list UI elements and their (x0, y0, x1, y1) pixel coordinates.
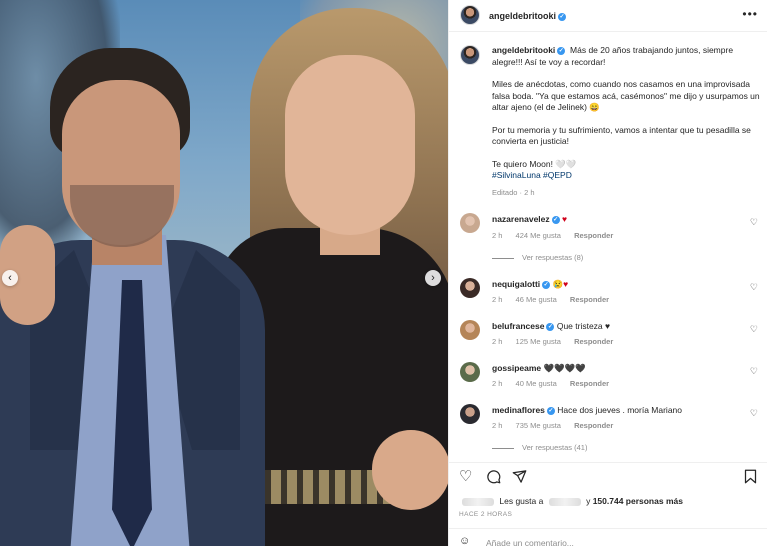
avatar[interactable] (460, 5, 480, 25)
avatar[interactable] (460, 278, 480, 298)
action-bar: ♡ (449, 462, 767, 490)
likes-count[interactable]: 150.744 personas más (593, 496, 683, 506)
avatar[interactable] (460, 45, 480, 65)
comment-input[interactable]: Añade un comentario... (486, 538, 574, 546)
header-username[interactable]: angeldebritooki ✓ (489, 11, 567, 21)
comment-likes[interactable]: 40 Me gusta (516, 379, 557, 388)
comment-username[interactable]: medinaflores (492, 405, 545, 415)
verified-icon: ✓ (546, 406, 555, 415)
heart-icon[interactable]: ♡ (750, 324, 758, 335)
view-replies-button[interactable]: Ver respuestas (8) (492, 253, 583, 262)
bookmark-icon[interactable] (744, 469, 757, 488)
comment-meta: 2 h 424 Me gusta Responder (492, 231, 624, 240)
comment-username[interactable]: belufrancese (492, 321, 544, 331)
verified-icon: ✓ (558, 12, 567, 21)
likes-summary[interactable]: Les gusta a y 150.744 personas más (459, 496, 683, 506)
verified-icon: ✓ (551, 215, 560, 224)
post-time: HACE 2 HORAS (459, 511, 513, 518)
edited-label: Editado · 2 h (492, 188, 535, 197)
liker-avatars (462, 497, 494, 506)
comment-meta: 2 h 125 Me gusta Responder (492, 337, 624, 346)
comment-likes[interactable]: 125 Me gusta (516, 337, 561, 346)
avatar[interactable] (460, 404, 480, 424)
emoji-icon[interactable]: ☺ (459, 535, 470, 546)
avatar[interactable] (460, 213, 480, 233)
comment: medinaflores ✓ Hace dos jueves . moría Ma… (492, 405, 682, 415)
comment-meta: 2 h 735 Me gusta Responder (492, 421, 624, 430)
comment-text: Hace dos jueves . moría Mariano (557, 405, 683, 415)
comment-text: 😢♥ (552, 279, 569, 289)
comment-username[interactable]: nazarenavelez (492, 214, 550, 224)
caption-text: Por tu memoria y tu sufrimiento, vamos a… (492, 124, 751, 147)
comment-text: ♥ (562, 214, 568, 224)
view-replies-button[interactable]: Ver respuestas (41) (492, 443, 587, 452)
heart-icon[interactable]: ♡ (750, 217, 758, 228)
comment-icon[interactable] (486, 469, 501, 488)
liker-name (548, 497, 581, 506)
post-panel: angeldebritooki ✓ ••• angeldebritooki ✓ Má… (448, 0, 767, 546)
comment: nequigalotti ✓ 😢♥ (492, 279, 568, 290)
woman-arm (372, 430, 448, 510)
reply-button[interactable]: Responder (574, 231, 613, 240)
comment: gossipeame 🖤🖤🖤🖤 (492, 363, 586, 374)
avatar[interactable] (460, 320, 480, 340)
post-header: angeldebritooki ✓ ••• (449, 0, 767, 32)
comment-time[interactable]: 2 h (492, 231, 502, 240)
comment-time[interactable]: 2 h (492, 337, 502, 346)
verified-icon: ✓ (557, 46, 566, 55)
comment-time[interactable]: 2 h (492, 379, 502, 388)
comment-time[interactable]: 2 h (492, 421, 502, 430)
more-horizontal-icon[interactable]: ••• (742, 7, 758, 21)
reply-button[interactable]: Responder (570, 379, 609, 388)
comment-username[interactable]: gossipeame (492, 363, 541, 373)
reply-button[interactable]: Responder (574, 421, 613, 430)
avatar[interactable] (460, 362, 480, 382)
verified-icon: ✓ (546, 322, 555, 331)
caption-username[interactable]: angeldebritooki (492, 45, 555, 55)
comment-username[interactable]: nequigalotti (492, 279, 540, 289)
chevron-left-icon[interactable]: ‹ (2, 270, 18, 286)
caption-text: Miles de anécdotas, como cuando nos casa… (492, 79, 760, 112)
share-icon[interactable] (512, 469, 527, 488)
chevron-right-icon[interactable]: › (425, 270, 441, 286)
verified-icon: ✓ (542, 280, 551, 289)
username-link[interactable]: angeldebritooki (489, 11, 556, 21)
post-caption: angeldebritooki ✓ Más de 20 años trabajan… (492, 45, 762, 182)
comment-meta: 2 h 46 Me gusta Responder (492, 295, 620, 304)
heart-icon[interactable]: ♡ (750, 408, 758, 419)
hashtags-link[interactable]: #SilvinaLuna #QEPD (492, 170, 762, 182)
add-comment-bar: ☺ Añade un comentario... (449, 528, 767, 546)
reply-button[interactable]: Responder (574, 337, 613, 346)
woman-face (285, 55, 415, 235)
comment-text: 🖤🖤🖤🖤 (543, 363, 586, 373)
comment-likes[interactable]: 735 Me gusta (516, 421, 561, 430)
comment-time[interactable]: 2 h (492, 295, 502, 304)
heart-icon[interactable]: ♡ (750, 282, 758, 293)
post-photo[interactable]: ‹ › (0, 0, 448, 546)
heart-icon[interactable]: ♡ (459, 469, 472, 485)
comment-meta: 2 h 40 Me gusta Responder (492, 379, 620, 388)
comment-likes[interactable]: 46 Me gusta (516, 295, 557, 304)
caption-text: Te quiero Moon! 🤍🤍 (492, 158, 577, 169)
reply-button[interactable]: Responder (570, 295, 609, 304)
heart-icon[interactable]: ♡ (750, 366, 758, 377)
comment-likes[interactable]: 424 Me gusta (516, 231, 561, 240)
comment: nazarenavelez ✓ ♥ (492, 214, 567, 224)
comment: belufrancese ✓ Que tristeza ♥ (492, 321, 610, 331)
comment-text: Que tristeza ♥ (556, 321, 611, 331)
